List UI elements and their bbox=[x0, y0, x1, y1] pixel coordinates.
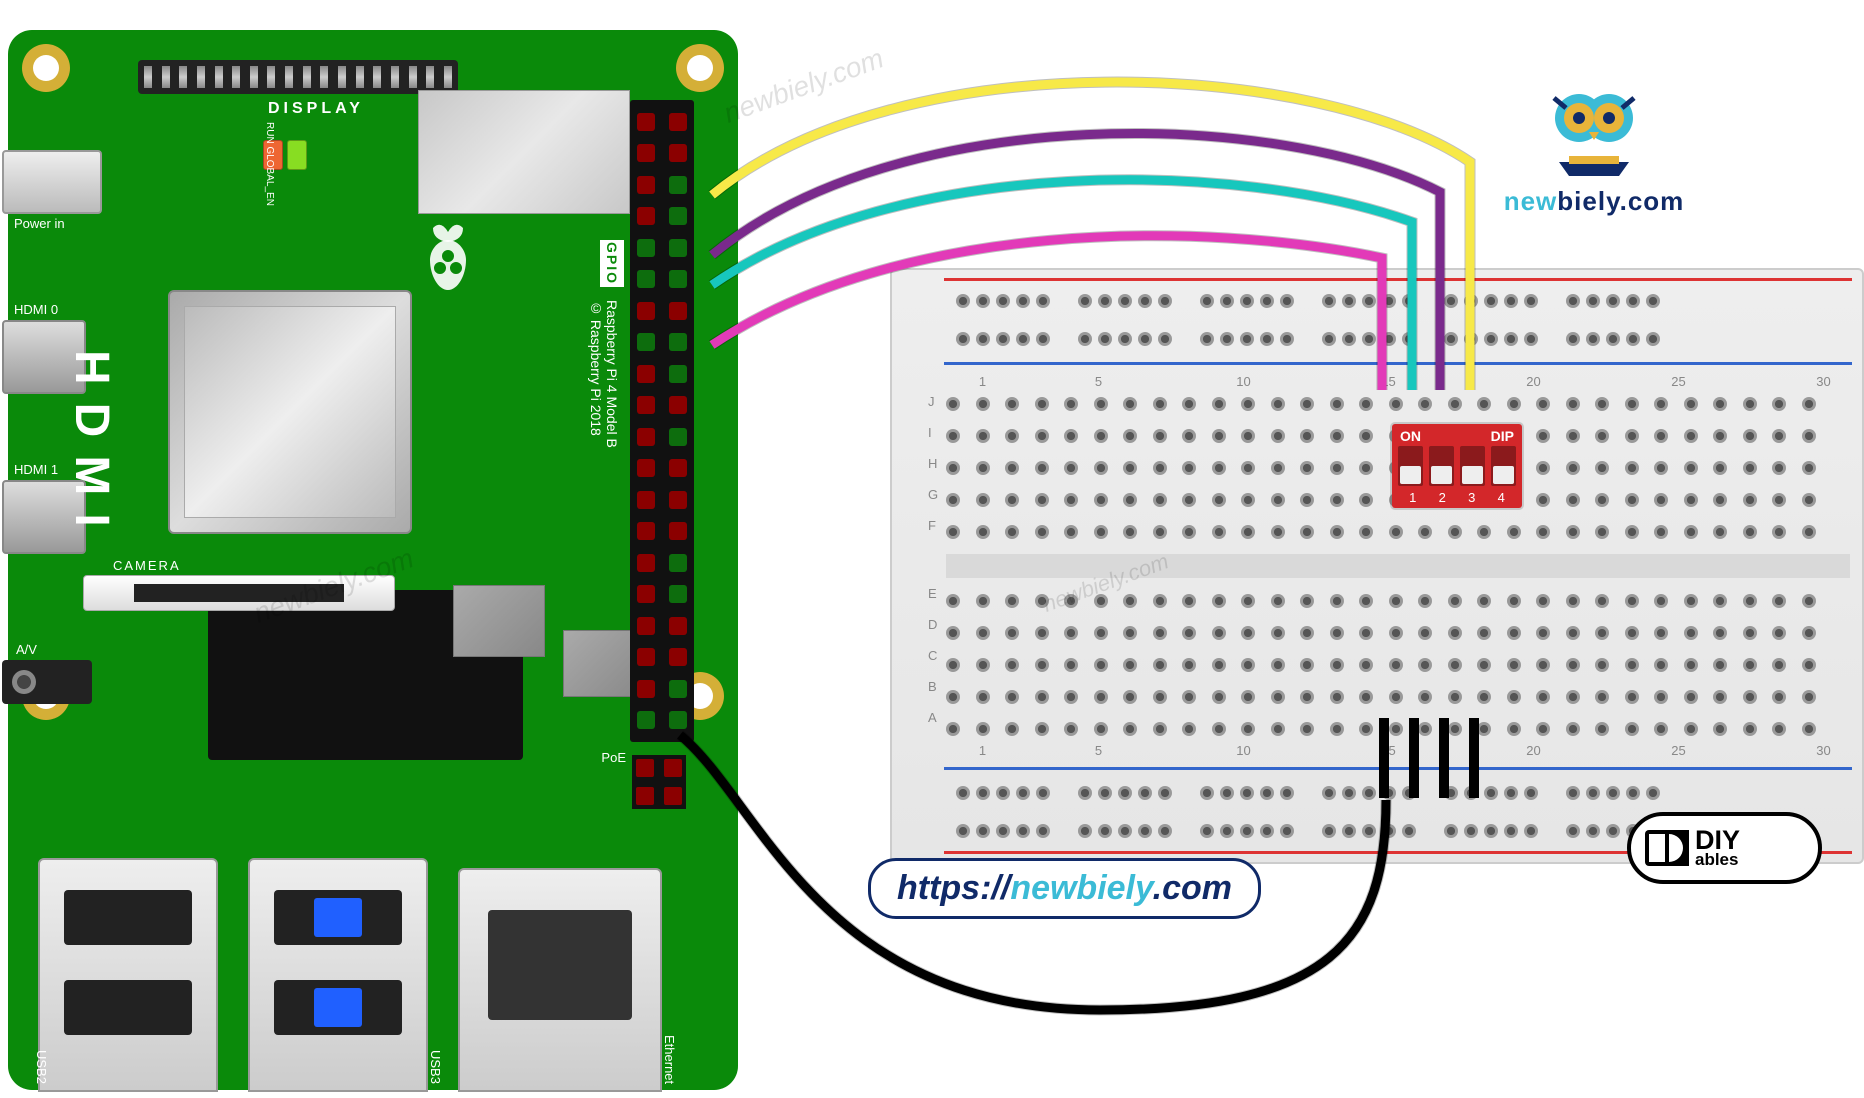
dip-number: 3 bbox=[1457, 490, 1487, 505]
dip-switch-2 bbox=[1429, 446, 1454, 486]
hdmi-big-label: HDMI bbox=[64, 350, 119, 545]
ethernet-port-icon bbox=[458, 868, 662, 1092]
power-rail-blue bbox=[944, 767, 1852, 770]
usb-controller-icon bbox=[453, 585, 545, 657]
row-label: F bbox=[928, 518, 936, 533]
row-label: D bbox=[928, 617, 937, 632]
audio-jack-icon bbox=[2, 660, 92, 704]
power-rail-top bbox=[946, 282, 1850, 358]
usb3-port-icon bbox=[248, 858, 428, 1092]
mount-hole-icon bbox=[22, 44, 70, 92]
watermark: newbiely.com bbox=[720, 42, 888, 129]
hdmi1-label: HDMI 1 bbox=[14, 462, 58, 477]
row-label: B bbox=[928, 679, 937, 694]
power-port-icon bbox=[2, 150, 102, 214]
dip-number: 1 bbox=[1398, 490, 1428, 505]
raspberry-pi-board: DISPLAY RUN GLOBAL_EN Power in HDMI 0 HD… bbox=[8, 30, 738, 1090]
dip-number: 4 bbox=[1487, 490, 1517, 505]
row-label: C bbox=[928, 648, 937, 663]
usb2-label: USB2 bbox=[34, 1050, 49, 1084]
usb2-port-icon bbox=[38, 858, 218, 1092]
dip-on-label: ON bbox=[1400, 428, 1421, 444]
act-led-icon bbox=[287, 140, 307, 170]
column-labels: 151015202530 bbox=[968, 743, 1850, 758]
poe-label: PoE bbox=[601, 750, 626, 765]
power-label: Power in bbox=[14, 216, 65, 231]
gpio-header bbox=[630, 100, 694, 742]
dip-number: 2 bbox=[1428, 490, 1458, 505]
camera-label: CAMERA bbox=[113, 558, 181, 573]
url-brand: newbiely bbox=[1010, 869, 1152, 907]
dip-switch: ON DIP 1234 bbox=[1392, 424, 1522, 508]
hdmi0-label: HDMI 0 bbox=[14, 302, 58, 317]
dip-dip-label: DIP bbox=[1491, 428, 1514, 444]
row-label: H bbox=[928, 456, 937, 471]
wiring-diagram: DISPLAY RUN GLOBAL_EN Power in HDMI 0 HD… bbox=[0, 0, 1864, 1098]
power-rail-red bbox=[944, 278, 1852, 281]
camera-connector-icon bbox=[83, 575, 395, 611]
cpu-chip-icon bbox=[168, 290, 412, 534]
source-url: https://newbiely.com bbox=[868, 858, 1261, 919]
raspberry-logo-icon bbox=[418, 220, 478, 295]
av-label: A/V bbox=[16, 642, 37, 657]
url-prefix: https:// bbox=[897, 869, 1010, 907]
dip-switch-1 bbox=[1398, 446, 1423, 486]
display-label: DISPLAY bbox=[268, 100, 364, 118]
row-label: J bbox=[928, 394, 935, 409]
row-label: A bbox=[928, 710, 937, 725]
poe-header-icon bbox=[632, 755, 686, 809]
gpio-label: GPIO bbox=[600, 240, 624, 287]
dip-switch-3 bbox=[1460, 446, 1485, 486]
led-label: RUN GLOBAL_EN bbox=[264, 122, 275, 206]
diy-text-small: ables bbox=[1695, 852, 1740, 868]
power-rail-blue bbox=[944, 362, 1852, 365]
wifi-shield bbox=[418, 90, 630, 214]
breadboard: 151015202530 151015202530 J I H G F E D C B A ON… bbox=[890, 268, 1864, 864]
diyables-icon bbox=[1645, 830, 1689, 866]
column-labels: 151015202530 bbox=[968, 374, 1850, 389]
pi-model-text: Raspberry Pi 4 Model B © Raspberry Pi 20… bbox=[588, 300, 620, 448]
row-label: I bbox=[928, 425, 932, 440]
mount-hole-icon bbox=[676, 44, 724, 92]
breadboard-gap bbox=[946, 554, 1850, 578]
owl-icon bbox=[1539, 80, 1649, 180]
row-label: E bbox=[928, 586, 937, 601]
row-label: G bbox=[928, 487, 938, 502]
newbiely-logo: newbiely.com bbox=[1494, 80, 1694, 217]
dip-switch-4 bbox=[1491, 446, 1516, 486]
eth-label: Ethernet bbox=[662, 1035, 677, 1084]
display-connector bbox=[138, 60, 458, 94]
url-suffix: .com bbox=[1153, 869, 1232, 907]
newbiely-logo-text: newbiely.com bbox=[1504, 186, 1685, 217]
usb3-label: USB3 bbox=[428, 1050, 443, 1084]
diyables-logo: DIY ables bbox=[1627, 812, 1822, 884]
